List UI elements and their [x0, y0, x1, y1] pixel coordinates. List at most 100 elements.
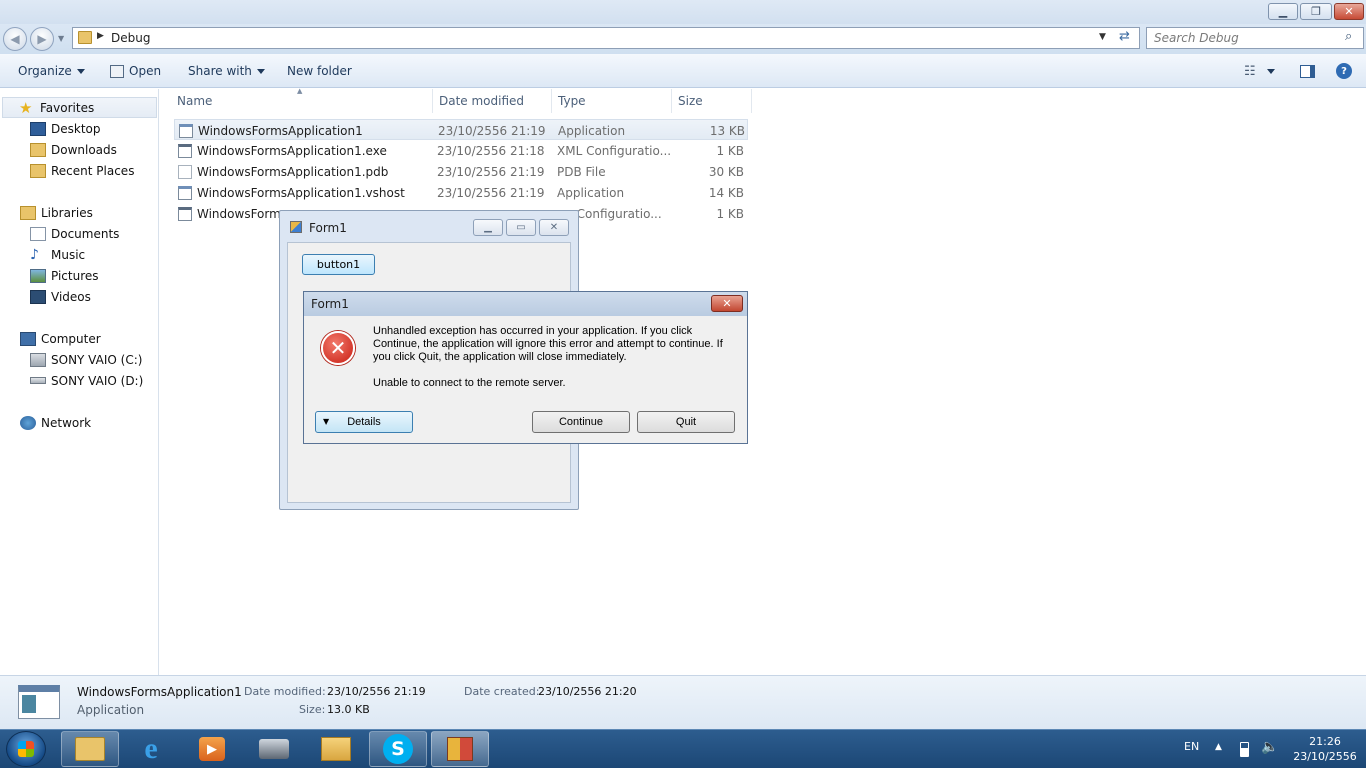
- file-type: . Configuratio...: [569, 206, 662, 221]
- share-with-button[interactable]: Share with: [188, 54, 265, 88]
- recent-pages-icon[interactable]: ▼: [58, 34, 64, 43]
- laptop-icon: [259, 739, 289, 759]
- refresh-icon[interactable]: ⇄: [1119, 29, 1130, 44]
- details-size-value: 13.0 KB: [327, 703, 370, 716]
- taskbar-file-manager[interactable]: [307, 731, 365, 767]
- column-header-size[interactable]: Size: [672, 89, 752, 113]
- nav-recent-places-label: Recent Places: [51, 163, 135, 178]
- start-button[interactable]: [6, 731, 46, 767]
- views-button[interactable]: ☷: [1244, 54, 1275, 88]
- taskbar-skype[interactable]: S: [369, 731, 427, 767]
- form1-maximize-button[interactable]: ▭: [506, 219, 536, 236]
- nav-computer[interactable]: Computer: [0, 328, 158, 349]
- column-header-type[interactable]: Type: [552, 89, 672, 113]
- minimize-button[interactable]: ▁: [1268, 3, 1298, 20]
- nav-desktop-label: Desktop: [51, 121, 101, 136]
- dialog-error-text: Unable to connect to the remote server.: [373, 377, 566, 389]
- details-button[interactable]: ▼ Details: [315, 411, 413, 433]
- taskbar-form-app[interactable]: [431, 731, 489, 767]
- nav-network[interactable]: Network: [0, 412, 158, 433]
- form1-minimize-button[interactable]: ▁: [473, 219, 503, 236]
- computer-icon: [20, 331, 36, 346]
- windows-logo-icon: [18, 741, 34, 757]
- nav-pictures-label: Pictures: [51, 268, 99, 283]
- clock[interactable]: 21:26 23/10/2556: [1290, 734, 1360, 764]
- volume-icon[interactable]: 🔈: [1261, 739, 1278, 755]
- nav-drive-d-label: SONY VAIO (D:): [51, 373, 144, 388]
- taskbar-internet-explorer[interactable]: e: [122, 731, 180, 767]
- preview-pane-button[interactable]: [1300, 54, 1315, 88]
- nav-drive-c[interactable]: SONY VAIO (C:): [0, 349, 158, 370]
- file-row[interactable]: WindowsFormsApplication1.exe 23/10/2556 …: [174, 140, 748, 161]
- address-bar[interactable]: ▶ Debug ▼ ⇄: [72, 27, 1140, 49]
- taskbar-network-tool[interactable]: [245, 731, 303, 767]
- nav-desktop[interactable]: Desktop: [0, 118, 158, 139]
- exception-dialog[interactable]: Form1 ✕ ✕ Unhandled exception has occurr…: [303, 291, 748, 444]
- dialog-close-button[interactable]: ✕: [711, 295, 743, 312]
- drive-icon: [30, 352, 46, 367]
- details-created-label: Date created:: [464, 685, 540, 698]
- organize-button[interactable]: Organize: [18, 54, 85, 88]
- search-input[interactable]: Search Debug ⌕: [1146, 27, 1364, 49]
- view-list-icon: ☷: [1244, 63, 1256, 79]
- nav-favorites-label: Favorites: [40, 100, 95, 115]
- address-dropdown-icon[interactable]: ▼: [1099, 32, 1106, 42]
- help-button[interactable]: ?: [1336, 54, 1352, 88]
- forward-button[interactable]: ▶: [30, 27, 54, 51]
- open-button[interactable]: Open: [110, 54, 161, 88]
- command-bar: Organize Open Share with New folder ☷ ?: [0, 54, 1366, 88]
- file-row[interactable]: WindowsFormsApplication1.vshost 23/10/25…: [174, 182, 748, 203]
- file-name: WindowsFormsApplication1.pdb: [197, 164, 389, 179]
- nav-drive-d[interactable]: SONY VAIO (D:): [0, 370, 158, 391]
- new-folder-button[interactable]: New folder: [287, 54, 352, 88]
- nav-libraries[interactable]: Libraries: [0, 202, 158, 223]
- file-date: 23/10/2556 21:18: [437, 143, 545, 158]
- file-row[interactable]: WindowsFormsApplication1.pdb 23/10/2556 …: [174, 161, 748, 182]
- nav-downloads[interactable]: Downloads: [0, 139, 158, 160]
- documents-icon: [30, 226, 46, 241]
- form1-close-button[interactable]: ✕: [539, 219, 569, 236]
- drive-icon: [30, 377, 46, 384]
- nav-favorites[interactable]: ★ Favorites: [2, 97, 157, 118]
- nav-music-label: Music: [51, 247, 86, 262]
- nav-music[interactable]: ♪ Music: [0, 244, 158, 265]
- continue-button[interactable]: Continue: [532, 411, 630, 433]
- breadcrumb-debug[interactable]: Debug: [111, 31, 150, 45]
- details-size-label: Size:: [299, 703, 326, 716]
- dialog-title: Form1: [311, 297, 349, 311]
- show-hidden-icons-icon[interactable]: ▲: [1215, 742, 1222, 752]
- file-date: 23/10/2556 21:19: [437, 164, 545, 179]
- chevron-down-icon: [256, 68, 265, 74]
- column-header-date-modified[interactable]: Date modified: [433, 89, 552, 113]
- file-row[interactable]: WindowsFormsApplication1 23/10/2556 21:1…: [174, 119, 748, 140]
- file-size: 13 KB: [709, 123, 745, 138]
- restore-button[interactable]: ❐: [1300, 3, 1332, 20]
- nav-videos[interactable]: Videos: [0, 286, 158, 307]
- chevron-down-icon: [1266, 68, 1275, 74]
- network-icon: [20, 415, 36, 430]
- error-icon: ✕: [321, 331, 355, 365]
- new-folder-label: New folder: [287, 64, 352, 78]
- file-name: WindowsFormsApplication1.vshost: [197, 185, 405, 200]
- dialog-message-line: Unhandled exception has occurred in your…: [373, 325, 693, 337]
- nav-videos-label: Videos: [51, 289, 91, 304]
- taskbar-explorer[interactable]: [61, 731, 119, 767]
- close-button[interactable]: ✕: [1334, 3, 1364, 20]
- button1[interactable]: button1: [302, 254, 375, 275]
- quit-button[interactable]: Quit: [637, 411, 735, 433]
- details-expand-icon: ▼: [323, 417, 330, 426]
- breadcrumb-arrow-icon[interactable]: ▶: [97, 31, 104, 41]
- details-label: Details: [347, 416, 381, 428]
- search-icon[interactable]: ⌕: [1345, 29, 1352, 44]
- form-app-icon: [447, 737, 473, 761]
- back-button[interactable]: ◀: [3, 27, 27, 51]
- nav-pictures[interactable]: Pictures: [0, 265, 158, 286]
- chevron-down-icon: [76, 68, 85, 74]
- language-indicator[interactable]: EN: [1184, 740, 1199, 753]
- clock-date: 23/10/2556: [1293, 750, 1357, 763]
- search-placeholder: Search Debug: [1154, 31, 1239, 45]
- taskbar-media-player[interactable]: ▶: [183, 731, 241, 767]
- nav-recent-places[interactable]: Recent Places: [0, 160, 158, 181]
- battery-icon[interactable]: [1240, 742, 1249, 757]
- nav-documents[interactable]: Documents: [0, 223, 158, 244]
